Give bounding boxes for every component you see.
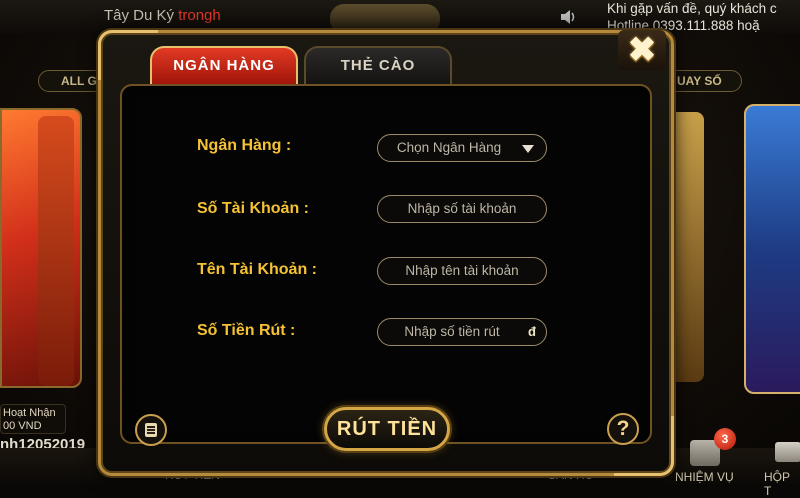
marquee-text: Tây Du Ký trongh (104, 7, 221, 24)
category-lottery[interactable]: UAY SỐ (662, 70, 742, 92)
caption-line-2: 00 VND (3, 420, 42, 432)
support-notice: Khi gặp vấn đề, quý khách c Hotline 0393… (607, 0, 777, 34)
close-icon: ✖ (627, 31, 657, 69)
account-name-label: Tên Tài Khoản : (197, 261, 317, 278)
tab-bank[interactable]: NGÂN HÀNG (150, 46, 298, 84)
game-card-caption: Hoạt Nhận 00 VND (0, 404, 66, 434)
document-icon (145, 423, 157, 437)
speaker-icon[interactable] (560, 9, 578, 25)
marquee-main: Tây Du Ký (104, 7, 175, 24)
account-number-input[interactable]: Nhập số tài khoản (377, 195, 547, 223)
nav-mailbox[interactable]: HỘP T (764, 470, 800, 498)
chevron-down-icon (522, 145, 534, 153)
history-button[interactable] (135, 414, 167, 446)
notice-line-1: Khi gặp vấn đề, quý khách c (607, 1, 777, 16)
help-icon[interactable]: ? (607, 413, 639, 445)
tab-scratch-card[interactable]: THẺ CÀO (304, 46, 452, 84)
currency-symbol: đ (528, 324, 536, 339)
amount-label: Số Tiền Rút : (197, 322, 296, 339)
amount-input[interactable]: Nhập số tiền rút đ (377, 318, 547, 346)
frame-corner-decoration (98, 30, 158, 80)
bank-select[interactable]: Chọn Ngân Hàng (377, 134, 547, 162)
mail-icon[interactable] (775, 442, 800, 462)
close-button[interactable]: ✖ (618, 30, 666, 70)
account-name-input[interactable]: Nhập tên tài khoản (377, 257, 547, 285)
bank-select-value: Chọn Ngân Hàng (396, 140, 502, 155)
nav-missions[interactable]: NHIỆM VỤ (675, 470, 734, 484)
bank-label: Ngân Hàng : (197, 137, 292, 154)
withdraw-submit-button[interactable]: RÚT TIỀN (324, 407, 450, 451)
mission-badge: 3 (714, 428, 736, 450)
amount-placeholder: Nhập số tiền rút (404, 324, 500, 339)
game-card-left-overlay (38, 116, 74, 386)
account-number-label: Số Tài Khoản : (197, 200, 309, 217)
marquee-highlight: trongh (178, 7, 221, 24)
game-card-right[interactable] (744, 104, 800, 394)
caption-line-1: Hoạt Nhận (3, 407, 56, 419)
